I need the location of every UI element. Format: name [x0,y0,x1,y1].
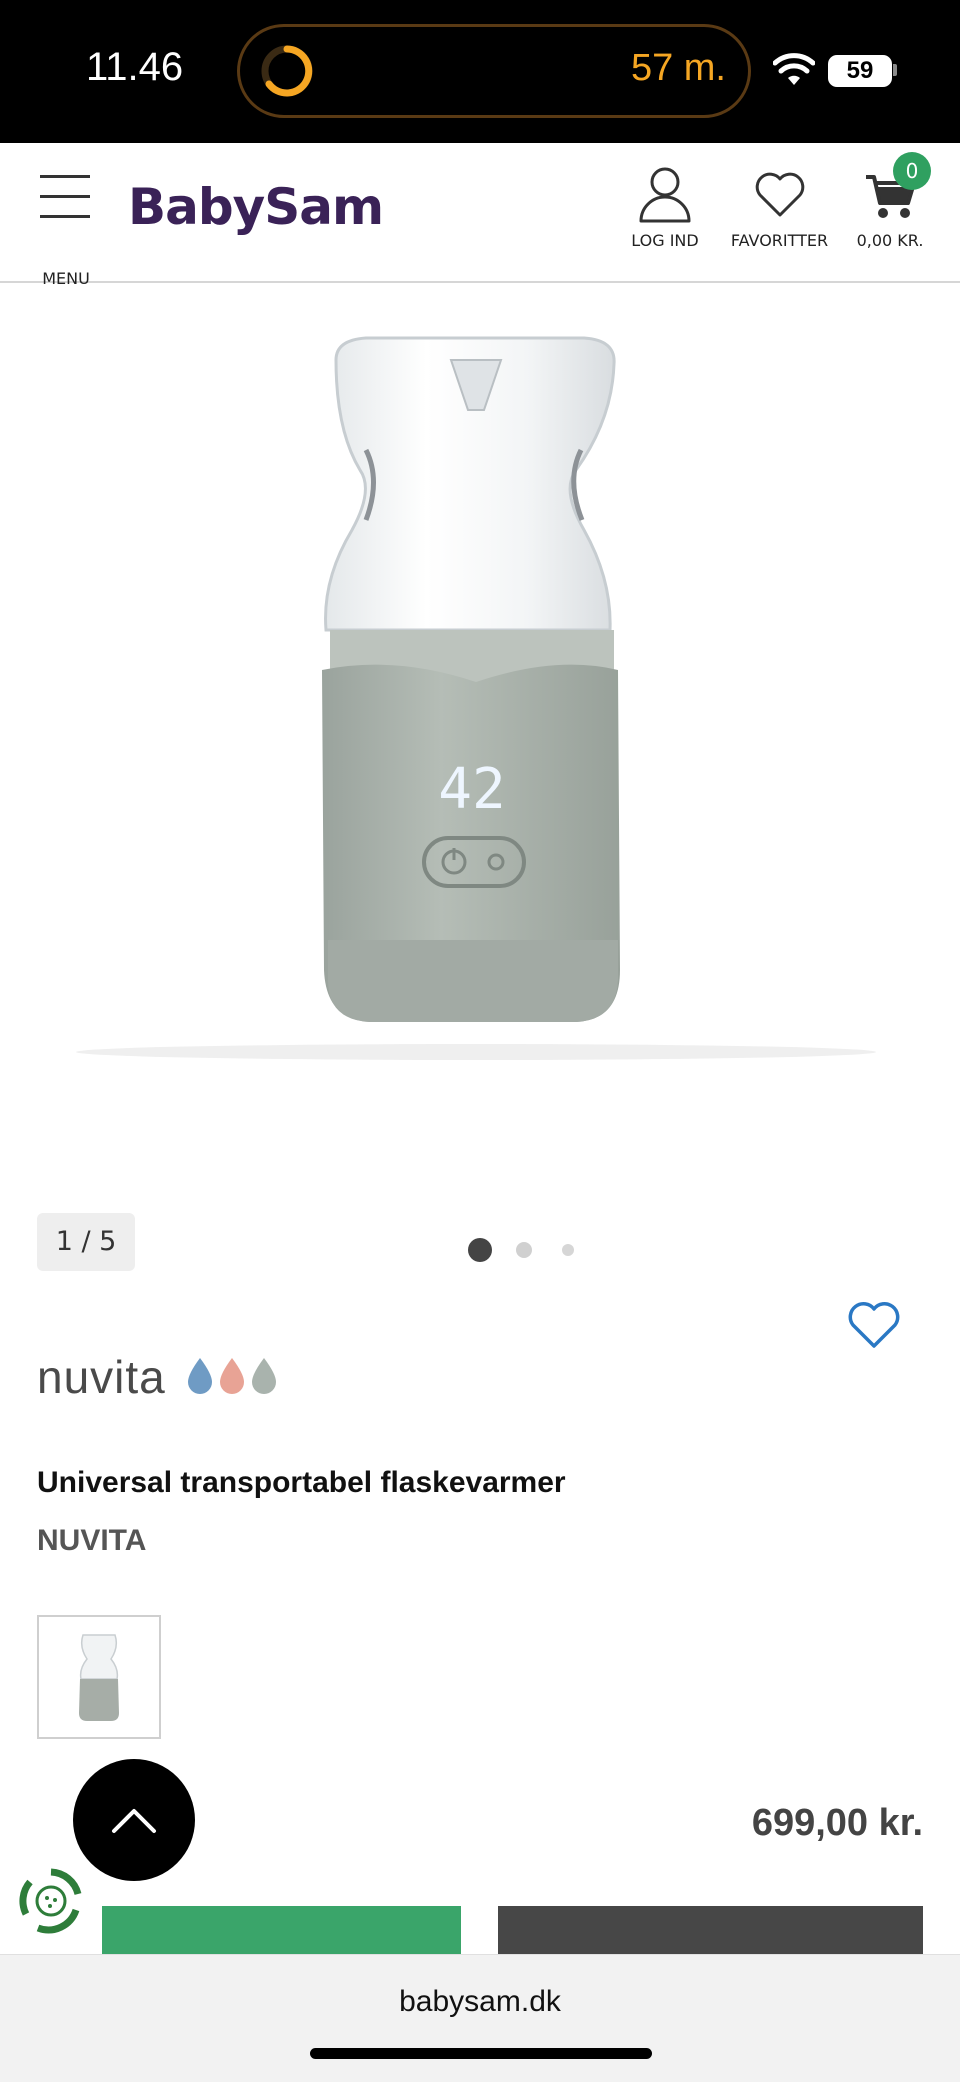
image-counter: 1 / 5 [37,1213,135,1271]
timer-icon [261,45,313,97]
product-title: Universal transportabel flaskevarmer [37,1466,566,1499]
favorites-label: FAVORITTER [730,231,829,250]
product-image[interactable]: 42 [36,330,924,1100]
timer-text: 57 m. [630,47,726,89]
cart-count-badge: 0 [893,152,931,190]
secondary-action-button[interactable] [498,1906,923,1954]
gallery-dot[interactable] [562,1244,574,1256]
product-price: 699,00 kr. [751,1802,923,1844]
menu-button[interactable]: MENU [36,173,96,288]
site-header: MENU BabySam LOG IND FAVORITTER 0,00 KR. [0,143,960,288]
login-button[interactable]: LOG IND [620,165,710,250]
status-time: 11.46 [86,45,184,89]
user-icon [639,167,691,223]
cart-total: 0,00 KR. [856,231,924,250]
babysam-logo[interactable]: BabySam [128,178,384,236]
status-bar: 11.46 57 m. 59 [0,0,960,143]
heart-icon [755,172,804,217]
wifi-icon [773,53,815,85]
brand-logo-text: nuvita [37,1351,166,1403]
brand-drops-icon [188,1358,276,1394]
battery-tip [893,64,897,76]
favorite-heart-icon[interactable] [846,1300,902,1350]
battery-icon: 59 [828,55,892,87]
nuvita-brand-logo[interactable]: nuvita [37,1350,297,1403]
dynamic-island-timer[interactable]: 57 m. [237,24,751,118]
favorites-button[interactable]: FAVORITTER [722,165,837,250]
add-to-cart-button[interactable] [102,1906,461,1954]
chevron-up-icon [112,1809,156,1833]
scroll-to-top-button[interactable] [73,1759,195,1881]
eco-recycle-icon[interactable] [16,1866,86,1936]
home-indicator [310,2048,652,2059]
thumbnail-image [79,1634,119,1721]
gallery-dot[interactable] [516,1242,532,1258]
url-text[interactable]: babysam.dk [0,1985,960,2019]
gallery-dot-active[interactable] [468,1238,492,1262]
browser-url-bar[interactable]: babysam.dk [0,1954,960,2082]
display-digits: 42 [438,757,505,822]
product-brand[interactable]: NUVITA [37,1524,146,1558]
menu-label: MENU [42,269,90,288]
product-thumbnail[interactable] [37,1615,161,1739]
login-label: LOG IND [631,231,699,250]
